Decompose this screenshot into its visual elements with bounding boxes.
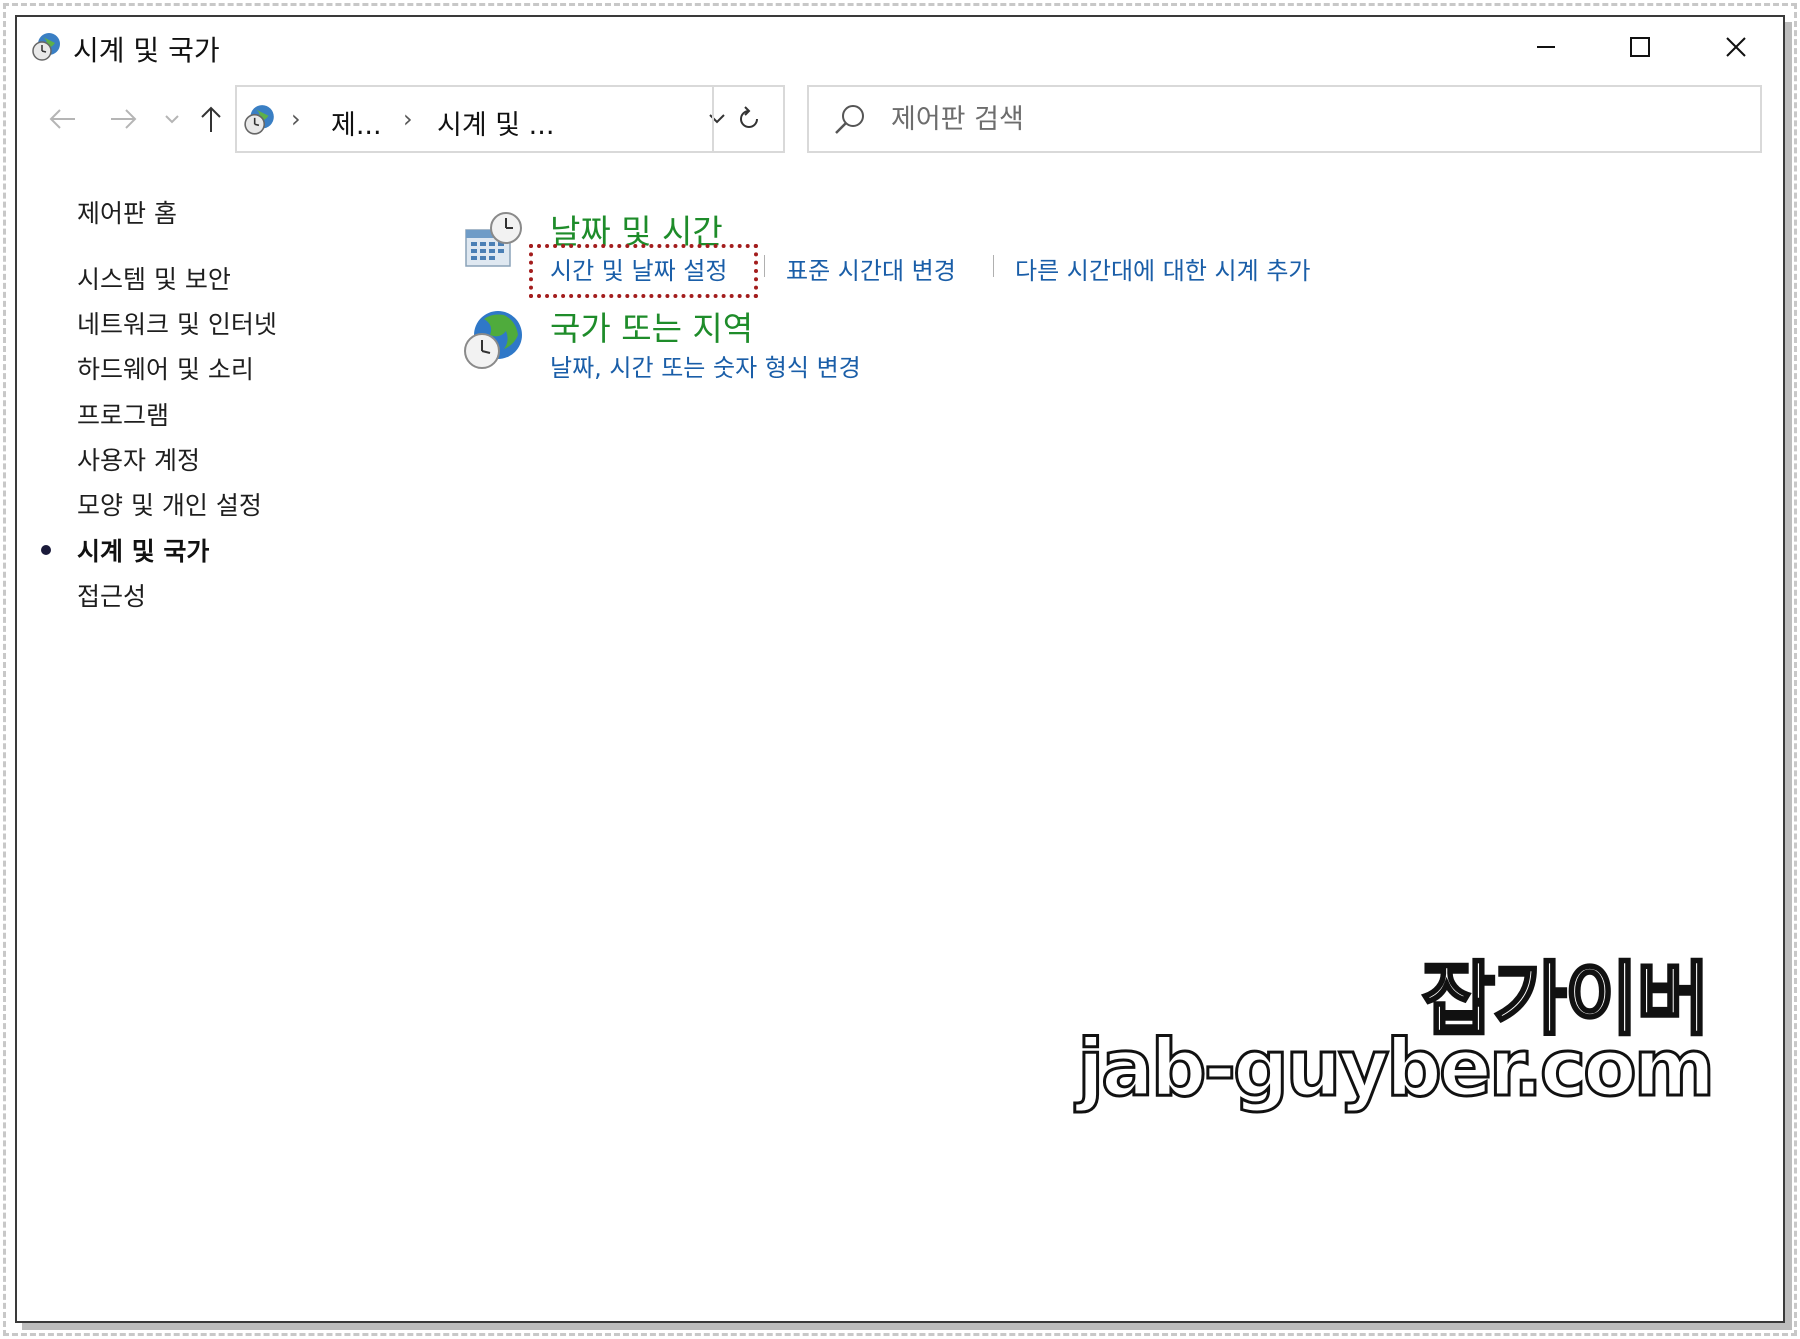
sidebar-item-clock-region[interactable]: 시계 및 국가 <box>77 532 209 568</box>
maximize-icon <box>1630 37 1650 57</box>
recent-locations-button[interactable] <box>157 83 187 155</box>
link-divider <box>993 255 994 277</box>
calendar-clock-icon[interactable] <box>462 210 526 274</box>
back-button[interactable] <box>37 83 87 155</box>
up-arrow-icon <box>201 106 221 132</box>
maximize-button[interactable] <box>1593 17 1687 77</box>
forward-arrow-icon <box>111 109 137 129</box>
link-divider <box>764 255 765 277</box>
category-region[interactable]: 국가 또는 지역 <box>550 302 753 350</box>
minimize-button[interactable] <box>1499 17 1593 77</box>
up-button[interactable] <box>191 83 231 155</box>
link-add-clocks[interactable]: 다른 시간대에 대한 시계 추가 <box>1015 251 1310 286</box>
sidebar-item-system-security[interactable]: 시스템 및 보안 <box>77 260 231 296</box>
globe-clock-icon[interactable] <box>460 305 528 373</box>
window <box>15 15 1785 1323</box>
sidebar-item-hardware-sound[interactable]: 하드웨어 및 소리 <box>77 350 254 386</box>
active-indicator <box>41 545 51 555</box>
back-arrow-icon <box>49 109 75 129</box>
minimize-icon <box>1537 46 1555 48</box>
sidebar-item-user-accounts[interactable]: 사용자 계정 <box>77 441 200 477</box>
breadcrumb-control-panel[interactable]: 제... <box>331 103 382 142</box>
sidebar-item-accessibility[interactable]: 접근성 <box>77 577 146 613</box>
window-title: 시계 및 국가 <box>73 34 220 67</box>
sidebar-item-control-panel-home[interactable]: 제어판 홈 <box>77 194 177 230</box>
highlight-annotation <box>529 244 758 298</box>
clock-globe-icon <box>243 103 277 137</box>
forward-button[interactable] <box>99 83 149 155</box>
address-bar[interactable]: › 제... › 시계 및 ... <box>235 85 785 153</box>
refresh-button[interactable] <box>712 85 785 153</box>
search-box[interactable] <box>807 85 1762 153</box>
title-bar: 시계 및 국가 <box>17 17 1783 77</box>
sidebar-item-network-internet[interactable]: 네트워크 및 인터넷 <box>77 305 277 341</box>
search-input[interactable] <box>891 99 1731 139</box>
sidebar-item-appearance[interactable]: 모양 및 개인 설정 <box>77 486 262 522</box>
refresh-icon <box>739 106 758 128</box>
close-button[interactable] <box>1689 17 1783 77</box>
breadcrumb-separator[interactable]: › <box>403 105 413 133</box>
navigation-bar: › 제... › 시계 및 ... <box>17 83 1783 155</box>
link-change-time-zone[interactable]: 표준 시간대 변경 <box>786 251 956 286</box>
clock-globe-icon <box>31 31 63 63</box>
close-icon <box>1726 37 1746 57</box>
link-change-formats[interactable]: 날짜, 시간 또는 숫자 형식 변경 <box>550 348 861 383</box>
chevron-down-icon <box>165 115 179 124</box>
watermark-url: jab-guyber.com <box>1076 1023 1717 1116</box>
breadcrumb-clock-region[interactable]: 시계 및 ... <box>437 103 554 142</box>
breadcrumb-separator[interactable]: › <box>291 105 301 133</box>
sidebar-item-programs[interactable]: 프로그램 <box>77 396 169 432</box>
search-icon <box>831 101 869 139</box>
